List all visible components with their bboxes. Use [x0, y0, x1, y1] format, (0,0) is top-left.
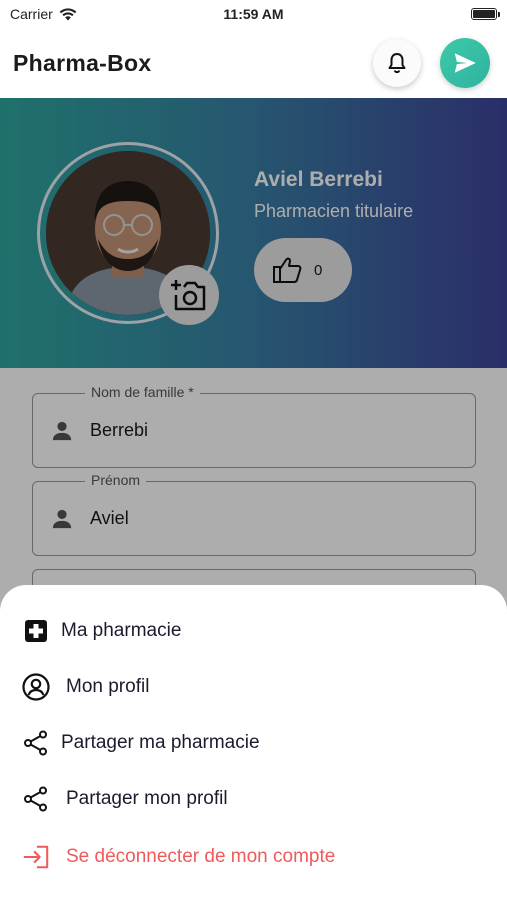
bottom-sheet-menu: Ma pharmacie Mon profil Partager ma phar…: [0, 585, 507, 900]
send-icon: [454, 53, 476, 73]
share-icon: [22, 729, 50, 757]
medical-cross-icon: [22, 617, 50, 645]
menu-item-label: Partager mon profil: [66, 788, 228, 809]
menu-item-label: Mon profil: [66, 676, 150, 697]
app-bar: Pharma-Box: [0, 30, 507, 98]
menu-item-label: Se déconnecter de mon compte: [66, 846, 336, 867]
send-button[interactable]: [440, 38, 490, 88]
clock: 11:59 AM: [223, 6, 284, 22]
status-bar: Carrier 11:59 AM: [0, 0, 507, 30]
account-circle-icon: [22, 673, 50, 701]
menu-item-label: Ma pharmacie: [61, 620, 182, 641]
bell-icon: [388, 53, 406, 74]
battery-icon: [471, 8, 500, 20]
menu-item-share-profile[interactable]: Partager mon profil: [0, 775, 507, 823]
menu-item-logout[interactable]: Se déconnecter de mon compte: [0, 833, 507, 881]
menu-item-label: Partager ma pharmacie: [61, 732, 260, 753]
app-title: Pharma-Box: [13, 50, 152, 76]
menu-item-share-pharmacy[interactable]: Partager ma pharmacie: [0, 719, 507, 767]
notifications-button[interactable]: [373, 39, 421, 87]
logout-icon: [22, 843, 50, 871]
menu-item-my-profile[interactable]: Mon profil: [0, 663, 507, 711]
menu-item-my-pharmacy[interactable]: Ma pharmacie: [0, 607, 507, 655]
share-icon: [22, 785, 50, 813]
